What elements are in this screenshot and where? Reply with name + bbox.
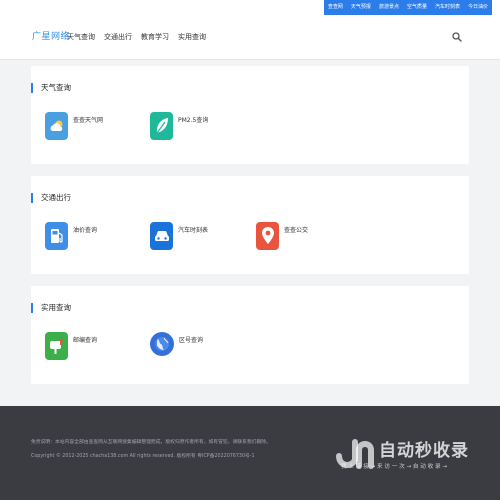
item-bus-schedule[interactable]: 汽车时刻表 [150, 222, 208, 250]
watermark: 自动秒收录 我 上 链 接 → 来 访 一 次 → 自 动 收 录 → [333, 432, 491, 478]
nav-education[interactable]: 教育学习 [141, 32, 169, 42]
main-nav: 天气查询 交通出行 教育学习 实用查询 [67, 32, 206, 42]
weather-cloud-icon [45, 112, 68, 140]
watermark-subtitle: 我 上 链 接 → 来 访 一 次 → 自 动 收 录 → [341, 464, 448, 470]
top-link-chacha[interactable]: 查查网 [323, 0, 347, 15]
top-links-bar: 查查网 天气预报 旅游景点 空气质量 汽车时刻表 今日油价 [323, 0, 492, 15]
item-label: PM2.5查询 [178, 117, 209, 124]
item-label: 查查公交 [284, 227, 309, 234]
item-chacha-bus[interactable]: 查查公交 [256, 222, 308, 250]
top-link-scenic-spots[interactable]: 旅游景点 [374, 0, 403, 15]
watermark-title: 自动秒收录 [379, 441, 469, 461]
globe-icon [150, 332, 174, 356]
nav-weather[interactable]: 天气查询 [67, 32, 95, 42]
mailbox-icon [45, 332, 68, 360]
item-label: 查查天气网 [73, 117, 104, 124]
section-title: 实用查询 [31, 303, 71, 313]
nav-traffic[interactable]: 交通出行 [104, 32, 132, 42]
item-oil-price[interactable]: 油价查询 [45, 222, 97, 250]
header-bar: 广星网络 天气查询 交通出行 教育学习 实用查询 [0, 15, 500, 60]
item-area-code[interactable]: 区号查询 [150, 332, 203, 356]
section-title: 交通出行 [31, 193, 71, 203]
item-pm25[interactable]: PM2.5查询 [150, 112, 208, 140]
search-icon[interactable] [452, 32, 462, 42]
item-label: 汽车时刻表 [178, 227, 209, 234]
site-logo[interactable]: 广星网络 [32, 29, 70, 42]
top-link-bus-schedule[interactable]: 汽车时刻表 [430, 0, 464, 15]
item-chacha-weather[interactable]: 查查天气网 [45, 112, 103, 140]
fuel-pump-icon [45, 222, 68, 250]
item-label: 区号查询 [179, 337, 204, 344]
section-traffic: 交通出行 油价查询 汽车时刻表 查查公交 [31, 176, 469, 274]
footer-copyright: Copyright © 2012-2025 chacha138.com All … [31, 454, 255, 459]
nav-utility[interactable]: 实用查询 [178, 32, 206, 42]
section-title: 天气查询 [31, 83, 71, 93]
top-link-oil-price[interactable]: 今日油价 [463, 0, 492, 15]
section-utility: 实用查询 邮编查询 区号查询 [31, 286, 469, 384]
item-label: 油价查询 [73, 227, 98, 234]
item-label: 邮编查询 [73, 337, 98, 344]
top-link-air-quality[interactable]: 空气质量 [402, 0, 431, 15]
footer-disclaimer: 免责说明：本站内容全部由查查网从互联网搜集编辑整理而成，版权归原作者所有，如有冒… [31, 440, 271, 445]
section-weather: 天气查询 查查天气网 PM2.5查询 [31, 66, 469, 164]
item-postcode[interactable]: 邮编查询 [45, 332, 97, 360]
car-icon [150, 222, 173, 250]
leaf-icon [150, 112, 173, 140]
map-pin-icon [256, 222, 279, 250]
top-link-weather-forecast[interactable]: 天气预报 [346, 0, 375, 15]
